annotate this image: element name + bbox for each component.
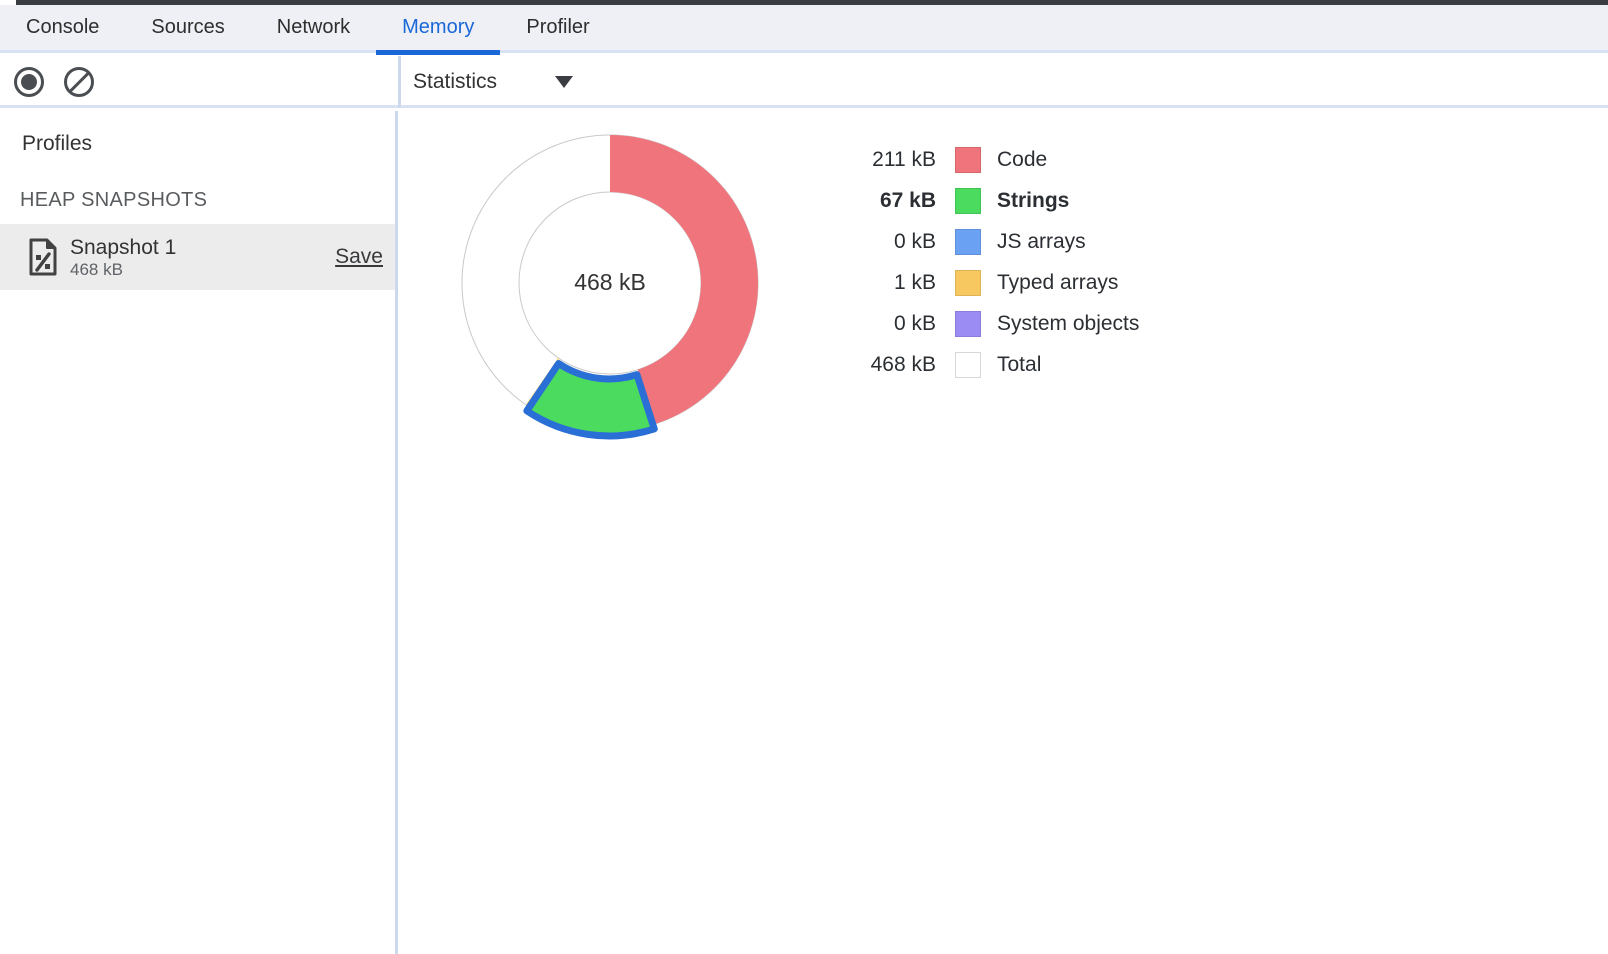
code-color-swatch	[955, 147, 981, 173]
vertical-divider	[398, 56, 401, 108]
tab-memory[interactable]: Memory	[376, 4, 500, 52]
legend-row-total: 468 kB Total	[860, 344, 1139, 385]
legend-row-system-objects: 0 kB System objects	[860, 303, 1139, 344]
sidebar-item-snapshot-1[interactable]: Snapshot 1 468 kB Save	[0, 224, 395, 290]
js-arrays-color-swatch	[955, 229, 981, 255]
heap-snapshots-section-title: HEAP SNAPSHOTS	[20, 189, 207, 212]
typed-arrays-color-swatch	[955, 270, 981, 296]
legend-value: 211 kB	[860, 148, 936, 172]
triangle-down-icon	[555, 76, 573, 88]
legend-row-js-arrays: 0 kB JS arrays	[860, 221, 1139, 262]
tab-sources[interactable]: Sources	[125, 4, 250, 52]
tab-profiler[interactable]: Profiler	[500, 4, 615, 52]
legend-label: Strings	[997, 189, 1069, 213]
snapshot-name: Snapshot 1	[70, 236, 176, 260]
legend-value: 0 kB	[860, 230, 936, 254]
save-link[interactable]: Save	[335, 245, 383, 269]
heap-snapshot-icon	[28, 238, 58, 276]
legend-value: 1 kB	[860, 271, 936, 295]
pie-legend: 211 kB Code 67 kB Strings 0 kB JS arrays…	[860, 139, 1139, 385]
snapshot-text-block: Snapshot 1 468 kB	[70, 236, 176, 279]
tab-network[interactable]: Network	[251, 4, 376, 52]
legend-row-strings: 67 kB Strings	[860, 180, 1139, 221]
legend-value: 468 kB	[860, 353, 936, 377]
strings-color-swatch	[955, 188, 981, 214]
legend-row-code: 211 kB Code	[860, 139, 1139, 180]
total-color-swatch	[955, 352, 981, 378]
legend-label: JS arrays	[997, 230, 1086, 254]
system-objects-color-swatch	[955, 311, 981, 337]
tab-console[interactable]: Console	[0, 4, 125, 52]
legend-value: 67 kB	[860, 189, 936, 213]
clear-profiles-icon[interactable]	[64, 67, 94, 97]
legend-label: System objects	[997, 312, 1139, 336]
memory-panel-toolbar	[0, 56, 1608, 108]
snapshot-size: 468 kB	[70, 260, 176, 279]
legend-label: Code	[997, 148, 1047, 172]
legend-label: Typed arrays	[997, 271, 1118, 295]
legend-row-typed-arrays: 1 kB Typed arrays	[860, 262, 1139, 303]
profiles-title: Profiles	[22, 132, 92, 156]
record-heap-snapshot-icon[interactable]	[14, 67, 44, 97]
perspective-dropdown[interactable]: Statistics	[413, 56, 573, 108]
perspective-dropdown-label: Statistics	[413, 70, 497, 94]
devtools-tab-bar: Console Sources Network Memory Profiler	[0, 5, 1608, 53]
legend-label: Total	[997, 353, 1041, 377]
pie-center-total-label: 468 kB	[450, 269, 770, 296]
legend-value: 0 kB	[860, 312, 936, 336]
